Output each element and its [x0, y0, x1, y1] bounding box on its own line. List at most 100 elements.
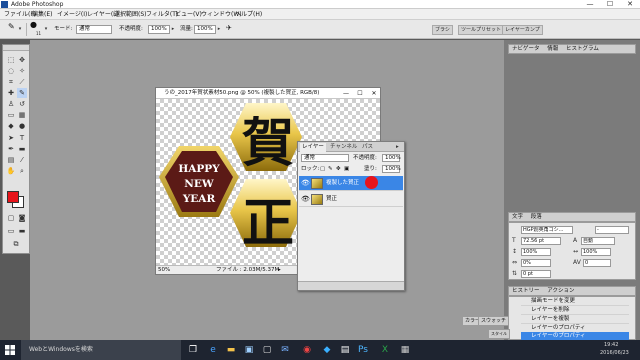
tab-history[interactable]: ヒストリー	[509, 288, 543, 294]
visibility-eye-icon[interactable]: 👁	[301, 195, 310, 204]
tab-paths[interactable]: パス	[360, 143, 375, 152]
task-view-icon[interactable]: ❐	[186, 343, 200, 357]
blend-mode-select[interactable]: 通常	[301, 154, 349, 162]
magic-wand-tool-icon[interactable]: ✧	[17, 66, 27, 76]
doc-minimize-button[interactable]: —	[340, 89, 352, 98]
tab-actions[interactable]: アクション	[544, 288, 577, 294]
tab-histogram[interactable]: ヒストグラム	[563, 46, 602, 52]
tool-preset-dropdown[interactable]: ▾	[17, 25, 23, 34]
opacity-input[interactable]: 100%	[148, 25, 170, 34]
history-item[interactable]: 描画モードを変更	[521, 297, 629, 306]
mode-select[interactable]: 通常	[76, 25, 112, 34]
tab-layers[interactable]: レイヤー	[300, 143, 326, 152]
lock-image-icon[interactable]: ✎	[328, 165, 333, 173]
app-white-icon[interactable]: ▤	[338, 343, 352, 357]
document-title-bar[interactable]: うの_2017年賀状素材50.png @ 50% (複製した賀正, RGB/8)…	[156, 88, 380, 99]
hand-tool-icon[interactable]: ✋	[6, 166, 16, 176]
minimize-button[interactable]: —	[580, 0, 600, 9]
visibility-eye-icon[interactable]: 👁	[301, 179, 310, 188]
layer-row[interactable]: 👁 複製した賀正	[299, 176, 403, 191]
tab-styles[interactable]: スタイル	[488, 329, 510, 339]
flow-dropdown[interactable]: ▸	[216, 25, 222, 34]
tab-paragraph[interactable]: 段落	[528, 214, 545, 220]
pen-tool-icon[interactable]: ✒	[6, 144, 16, 154]
app-gray-icon[interactable]: ▦	[398, 343, 412, 357]
brush-picker-dropdown[interactable]: ▾	[43, 25, 49, 34]
leading-input[interactable]: 自動	[581, 237, 615, 245]
excel-icon[interactable]: X	[378, 343, 392, 357]
windows-start-icon[interactable]	[5, 345, 15, 355]
marquee-tool-icon[interactable]: ⬚	[6, 55, 16, 65]
app-icon[interactable]: ▢	[260, 343, 274, 357]
menu-help[interactable]: ヘルプ(H)	[235, 10, 262, 19]
stamp-tool-icon[interactable]: ♙	[6, 99, 16, 109]
history-item[interactable]: レイヤーを複製	[521, 315, 629, 324]
doc-maximize-button[interactable]: ☐	[354, 89, 366, 98]
lasso-tool-icon[interactable]: ◌	[6, 66, 16, 76]
tab-character[interactable]: 文字	[509, 214, 526, 220]
screen-mode-full-icon[interactable]: ▬	[17, 226, 27, 236]
tab-info[interactable]: 情報	[544, 46, 561, 52]
history-brush-tool-icon[interactable]: ↺	[17, 99, 27, 109]
move-tool-icon[interactable]: ✥	[17, 55, 27, 65]
airbrush-icon[interactable]: ✈	[226, 24, 232, 32]
baseline-input[interactable]: 0 pt	[521, 270, 551, 278]
edge-browser-icon[interactable]: e	[206, 343, 220, 357]
layer-row[interactable]: 👁 賀正	[299, 192, 403, 207]
menu-select[interactable]: 選択範囲(S)	[114, 10, 147, 19]
lock-all-icon[interactable]: ▣	[344, 165, 349, 173]
vertical-scale-input[interactable]: 100%	[521, 248, 551, 256]
menu-view[interactable]: ビュー(V)	[175, 10, 202, 19]
doc-close-button[interactable]: ✕	[368, 89, 380, 98]
brush-tool-icon[interactable]: ✎	[8, 23, 15, 31]
gradient-tool-icon[interactable]: ▦	[17, 110, 27, 120]
shape-tool-icon[interactable]: ▬	[17, 144, 27, 154]
screen-mode-standard-icon[interactable]: ▭	[6, 226, 16, 236]
store-icon[interactable]: ▣	[242, 343, 256, 357]
font-family-select[interactable]: HGP創英角ゴシ...	[521, 226, 573, 234]
dock-tab-tool-presets[interactable]: ツールプリセット	[458, 25, 505, 35]
tab-navigator[interactable]: ナビゲータ	[509, 46, 543, 52]
slice-tool-icon[interactable]: ⟋	[17, 77, 27, 87]
lock-transparency-icon[interactable]: ▢	[320, 165, 325, 173]
chrome-icon[interactable]: ◉	[300, 343, 314, 357]
notes-tool-icon[interactable]: ▤	[6, 155, 16, 165]
horizontal-scale-input[interactable]: 100%	[581, 248, 611, 256]
tab-channels[interactable]: チャンネル	[328, 143, 359, 152]
photoshop-taskbar-icon[interactable]: Ps	[356, 343, 370, 357]
mail-icon[interactable]: ✉	[278, 343, 292, 357]
foreground-color-swatch[interactable]	[7, 191, 19, 203]
menu-image[interactable]: イメージ(I)	[57, 10, 87, 19]
quick-mask-icon[interactable]: ◙	[17, 213, 27, 223]
clock-time[interactable]: 19:42	[604, 342, 618, 349]
lock-position-icon[interactable]: ✥	[336, 165, 341, 173]
dock-tab-layer-comps[interactable]: レイヤーカンプ	[502, 25, 543, 35]
file-info-arrow-icon[interactable]: ▸	[278, 267, 281, 274]
maximize-button[interactable]: ☐	[600, 0, 620, 9]
font-size-input[interactable]: 72.56 pt	[521, 237, 561, 245]
toolbox-header[interactable]	[3, 45, 29, 51]
clock-date[interactable]: 2016/06/23	[600, 350, 629, 357]
brush-tool-icon[interactable]: ✎	[17, 88, 27, 98]
file-explorer-icon[interactable]: ▬	[224, 343, 238, 357]
blur-tool-icon[interactable]: ◆	[6, 121, 16, 131]
opacity-dropdown[interactable]: ▸	[170, 25, 176, 34]
path-selection-tool-icon[interactable]: ➤	[6, 133, 16, 143]
eyedropper-tool-icon[interactable]: ⁄	[17, 155, 27, 165]
dock-tab-brushes[interactable]: ブラシ	[432, 25, 453, 35]
font-style-select[interactable]: -	[595, 226, 629, 234]
fill-input[interactable]: 100%	[382, 165, 401, 173]
menu-filter[interactable]: フィルタ(T)	[146, 10, 178, 19]
history-item[interactable]: レイヤーを削除	[521, 306, 629, 315]
zoom-tool-icon[interactable]: ⌕	[17, 166, 27, 176]
jump-to-imageready-icon[interactable]: ⧉	[11, 239, 21, 249]
zoom-level[interactable]: 50%	[158, 267, 170, 274]
app-blue-icon[interactable]: ◆	[320, 343, 334, 357]
close-button[interactable]: ✕	[620, 0, 640, 9]
menu-edit[interactable]: 編集(E)	[32, 10, 52, 19]
standard-mode-icon[interactable]: ▢	[6, 213, 16, 223]
flow-input[interactable]: 100%	[194, 25, 216, 34]
panel-menu-icon[interactable]: ▸	[394, 143, 401, 152]
type-tool-icon[interactable]: T	[17, 133, 27, 143]
tab-swatches[interactable]: スウォッチ	[478, 316, 510, 326]
